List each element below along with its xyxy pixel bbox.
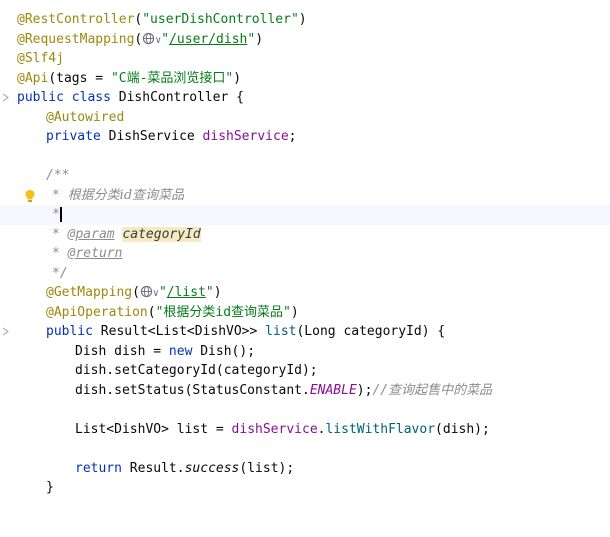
code-line-2[interactable]: @RequestMapping(∨"/user/dish") [0, 30, 610, 50]
code-editor[interactable]: @RestController("userDishController") @R… [0, 0, 610, 502]
url-link[interactable]: /user/dish [169, 32, 247, 47]
code-line-3[interactable]: @Slf4j [0, 49, 610, 69]
text-caret [60, 207, 62, 222]
globe-icon[interactable] [142, 32, 155, 45]
code-line-21[interactable]: return Result.success(list); [0, 459, 610, 479]
code-line-19[interactable]: dish.setStatus(StatusConstant.ENABLE);//… [0, 381, 610, 401]
code-line-8[interactable]: /** [0, 166, 610, 186]
code-line-11[interactable]: * @param categoryId [0, 225, 610, 245]
code-line-16[interactable]: public Result<List<DishVO>> list(Long ca… [0, 322, 610, 342]
code-line-15[interactable]: @ApiOperation("根据分类id查询菜品") [0, 303, 610, 323]
code-line-10[interactable]: * [0, 205, 610, 225]
code-line-4[interactable]: @Api(tags = "C端-菜品浏览接口") [0, 69, 610, 89]
code-line-1[interactable]: @RestController("userDishController") [0, 10, 610, 30]
code-line-6[interactable]: @Autowired [0, 108, 610, 128]
code-line-13[interactable]: */ [0, 264, 610, 284]
code-line-7[interactable]: private DishService dishService; [0, 127, 610, 147]
fold-arrow-icon[interactable] [2, 327, 9, 336]
code-line-14[interactable]: @GetMapping(∨"/list") [0, 283, 610, 303]
url-link[interactable]: /list [167, 285, 206, 300]
code-line-17[interactable]: Dish dish = new Dish(); [0, 342, 610, 362]
code-line-22[interactable]: } [0, 478, 610, 498]
code-line-20[interactable]: List<DishVO> list = dishService.listWith… [0, 420, 610, 440]
fold-arrow-icon[interactable] [2, 93, 9, 102]
code-line-5[interactable]: public class DishController { [0, 88, 610, 108]
code-line-12[interactable]: * @return [0, 244, 610, 264]
lightbulb-icon[interactable] [24, 189, 36, 203]
globe-icon[interactable] [140, 285, 153, 298]
code-line-9[interactable]: * 根据分类id查询菜品 [0, 186, 610, 206]
annotation: @RestController [17, 12, 135, 27]
code-line-18[interactable]: dish.setCategoryId(categoryId); [0, 361, 610, 381]
